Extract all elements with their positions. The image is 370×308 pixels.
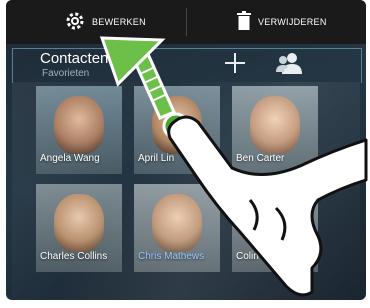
delete-label: VERWIJDEREN: [258, 17, 327, 27]
contact-name: Chris Mathews: [138, 251, 205, 262]
contact-name: April Lin: [138, 153, 175, 164]
plus-icon[interactable]: [224, 52, 246, 79]
avatar: [54, 194, 104, 252]
avatar: [152, 194, 202, 252]
edit-label: BEWERKEN: [92, 17, 146, 27]
edit-button[interactable]: BEWERKEN: [64, 0, 146, 44]
avatar: [152, 96, 202, 154]
phone-screen: BEWERKEN VERWIJDEREN Contacten Favoriete…: [6, 0, 366, 300]
contact-tile[interactable]: Colin: [232, 184, 318, 272]
contact-name: Ben Carter: [236, 153, 285, 164]
trash-icon: [236, 11, 258, 33]
contact-name: Charles Collins: [40, 251, 108, 262]
avatar: [54, 96, 104, 154]
contact-tile[interactable]: Ben Carter: [232, 86, 318, 174]
contact-name: Angela Wang: [40, 153, 100, 164]
avatar: [250, 96, 300, 154]
contact-tile[interactable]: Angela Wang: [36, 86, 122, 174]
page-title: Contacten: [40, 50, 109, 67]
contact-tile[interactable]: April Lin: [134, 86, 220, 174]
avatar: [250, 194, 300, 252]
contact-name: Colin: [236, 251, 259, 262]
people-icon[interactable]: [276, 52, 302, 79]
action-bar: BEWERKEN VERWIJDEREN: [6, 0, 366, 44]
gear-icon: [64, 10, 92, 34]
toolbar-divider: [186, 8, 187, 36]
contact-tile[interactable]: Chris Mathews: [134, 184, 220, 272]
delete-button[interactable]: VERWIJDEREN: [236, 0, 327, 44]
favorites-subtitle: Favorieten: [42, 68, 90, 79]
contact-tile[interactable]: Charles Collins: [36, 184, 122, 272]
